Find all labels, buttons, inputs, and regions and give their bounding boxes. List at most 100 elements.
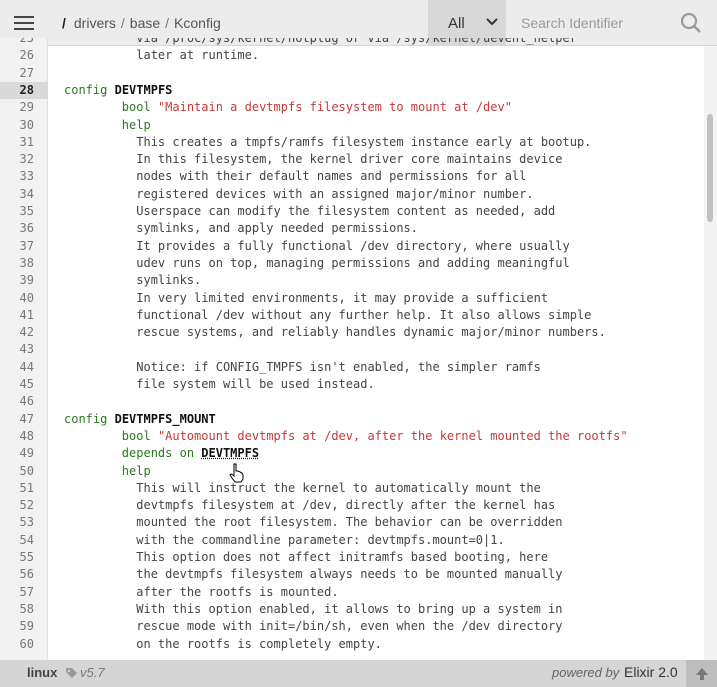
- line-number[interactable]: 34: [0, 186, 34, 203]
- line-number[interactable]: 51: [0, 480, 34, 497]
- line-code: with the commandline parameter: devtmpfs…: [136, 532, 505, 547]
- line-number[interactable]: 28: [0, 82, 34, 99]
- line-number[interactable]: 41: [0, 307, 34, 324]
- line-number[interactable]: 37: [0, 238, 34, 255]
- breadcrumb-kconfig[interactable]: Kconfig: [174, 15, 221, 31]
- source-line: 37 It provides a fully functional /dev d…: [0, 238, 704, 255]
- symbol-link-devtmpfs[interactable]: DEVTMPFS: [201, 446, 259, 460]
- breadcrumb-base[interactable]: base: [130, 15, 160, 31]
- source-line: 34 registered devices with an assigned m…: [0, 186, 704, 203]
- source-line: 47 config DEVTMPFS_MOUNT: [0, 411, 704, 428]
- project-version[interactable]: v5.7: [80, 665, 105, 680]
- line-number[interactable]: 50: [0, 463, 34, 480]
- line-number[interactable]: 57: [0, 584, 34, 601]
- line-code: udev runs on top, managing permissions a…: [136, 255, 570, 270]
- line-number[interactable]: 44: [0, 359, 34, 376]
- line-number[interactable]: 42: [0, 324, 34, 341]
- source-line: 60 on the rootfs is completely empty.: [0, 636, 704, 653]
- line-code: Userspace can modify the filesystem cont…: [136, 204, 556, 218]
- tag-icon: [66, 668, 77, 678]
- footer: linux v5.7 powered by Elixir 2.0: [0, 660, 717, 687]
- line-code: bool "Maintain a devtmpfs filesystem to …: [121, 100, 512, 115]
- line-number[interactable]: 46: [0, 393, 34, 410]
- project-name[interactable]: linux: [27, 665, 57, 680]
- source-line: 56 the devtmpfs filesystem always needs …: [0, 566, 704, 583]
- line-code: rescue systems, and reliably handles dyn…: [136, 325, 606, 340]
- engine-link[interactable]: Elixir 2.0: [624, 664, 678, 680]
- source-line: 42 rescue systems, and reliably handles …: [0, 324, 704, 341]
- source-line: 53 mounted the root filesystem. The beha…: [0, 514, 704, 531]
- line-code: With this option enabled, it allows to b…: [136, 601, 563, 616]
- line-number[interactable]: 59: [0, 618, 34, 635]
- line-number[interactable]: 30: [0, 117, 34, 134]
- line-code: symlinks, and apply needed permissions.: [136, 221, 419, 236]
- config-symbol[interactable]: DEVTMPFS: [115, 83, 173, 97]
- line-number[interactable]: 53: [0, 514, 34, 531]
- line-number[interactable]: 48: [0, 428, 34, 445]
- line-code: on the rootfs is completely empty.: [136, 636, 382, 651]
- line-number[interactable]: 29: [0, 99, 34, 116]
- source-line: 45 file system will be used instead.: [0, 376, 704, 393]
- line-number[interactable]: 31: [0, 134, 34, 151]
- line-number[interactable]: 26: [0, 47, 34, 64]
- search-icon[interactable]: [680, 12, 702, 34]
- source-line: 26 later at runtime.: [0, 47, 704, 64]
- line-number[interactable]: 33: [0, 168, 34, 185]
- source-line: 48 bool "Automount devtmpfs at /dev, aft…: [0, 428, 704, 445]
- line-code: Notice: if CONFIG_TMPFS isn't enabled, t…: [136, 359, 541, 374]
- line-code: In this filesystem, the kernel driver co…: [136, 152, 563, 167]
- source-line: 32 In this filesystem, the kernel driver…: [0, 151, 704, 168]
- line-number[interactable]: 52: [0, 497, 34, 514]
- line-number[interactable]: 38: [0, 255, 34, 272]
- line-code: bool "Automount devtmpfs at /dev, after …: [121, 428, 628, 443]
- hamburger-icon: [14, 16, 34, 30]
- line-number[interactable]: 39: [0, 272, 34, 289]
- line-number[interactable]: 43: [0, 341, 34, 358]
- line-code: This option does not affect initramfs ba…: [136, 550, 549, 564]
- line-number[interactable]: 27: [0, 65, 34, 82]
- line-number[interactable]: 49: [0, 445, 34, 462]
- line-code: symlinks.: [136, 273, 202, 288]
- source-line: 51 This will instruct the kernel to auto…: [0, 480, 704, 497]
- breadcrumb-drivers[interactable]: drivers: [74, 15, 116, 31]
- source-line: 33 nodes with their default names and pe…: [0, 168, 704, 185]
- line-number[interactable]: 58: [0, 601, 34, 618]
- source-line: 55 This option does not affect initramfs…: [0, 549, 704, 566]
- line-code: via /proc/sys/kernel/hotplug or via /sys…: [136, 38, 577, 45]
- source-line: 40 In very limited environments, it may …: [0, 290, 704, 307]
- line-code: config DEVTMPFS_MOUNT: [64, 411, 216, 426]
- line-code: nodes with their default names and permi…: [136, 169, 527, 184]
- config-symbol[interactable]: DEVTMPFS_MOUNT: [115, 412, 216, 426]
- line-number[interactable]: 55: [0, 549, 34, 566]
- source-line: 44 Notice: if CONFIG_TMPFS isn't enabled…: [0, 359, 704, 376]
- source-line: 50 help: [0, 463, 704, 480]
- source-line: 31 This creates a tmpfs/ramfs filesystem…: [0, 134, 704, 151]
- source-line: 49 depends on DEVTMPFS: [0, 445, 704, 462]
- line-number[interactable]: 32: [0, 151, 34, 168]
- line-number[interactable]: 40: [0, 290, 34, 307]
- breadcrumb-root[interactable]: /: [62, 15, 66, 31]
- line-number[interactable]: 56: [0, 566, 34, 583]
- line-number[interactable]: 25: [0, 38, 34, 47]
- scroll-to-top-button[interactable]: [686, 660, 717, 687]
- mouse-cursor-icon: [229, 463, 244, 483]
- line-number[interactable]: 54: [0, 532, 34, 549]
- line-code: It provides a fully functional /dev dire…: [136, 238, 570, 253]
- scrollbar-thumb[interactable]: [707, 114, 713, 222]
- line-number[interactable]: 47: [0, 411, 34, 428]
- line-number[interactable]: 45: [0, 376, 34, 393]
- line-code: the devtmpfs filesystem always needs to …: [136, 567, 563, 582]
- scrollbar[interactable]: [704, 46, 717, 660]
- line-code: file system will be used instead.: [136, 377, 375, 391]
- line-number[interactable]: 60: [0, 636, 34, 653]
- line-code: In very limited environments, it may pro…: [136, 290, 549, 305]
- source-line: 28 config DEVTMPFS: [0, 81, 704, 100]
- source-view: 25 via /proc/sys/kernel/hotplug or via /…: [0, 38, 704, 660]
- source-line: 59 rescue mode with init=/bin/sh, even w…: [0, 618, 704, 635]
- line-code: mounted the root filesystem. The behavio…: [136, 515, 563, 530]
- arrow-up-icon: [695, 667, 708, 680]
- line-number[interactable]: 36: [0, 220, 34, 237]
- chevron-down-icon: [486, 18, 498, 26]
- line-number[interactable]: 35: [0, 203, 34, 220]
- line-code: later at runtime.: [136, 48, 260, 63]
